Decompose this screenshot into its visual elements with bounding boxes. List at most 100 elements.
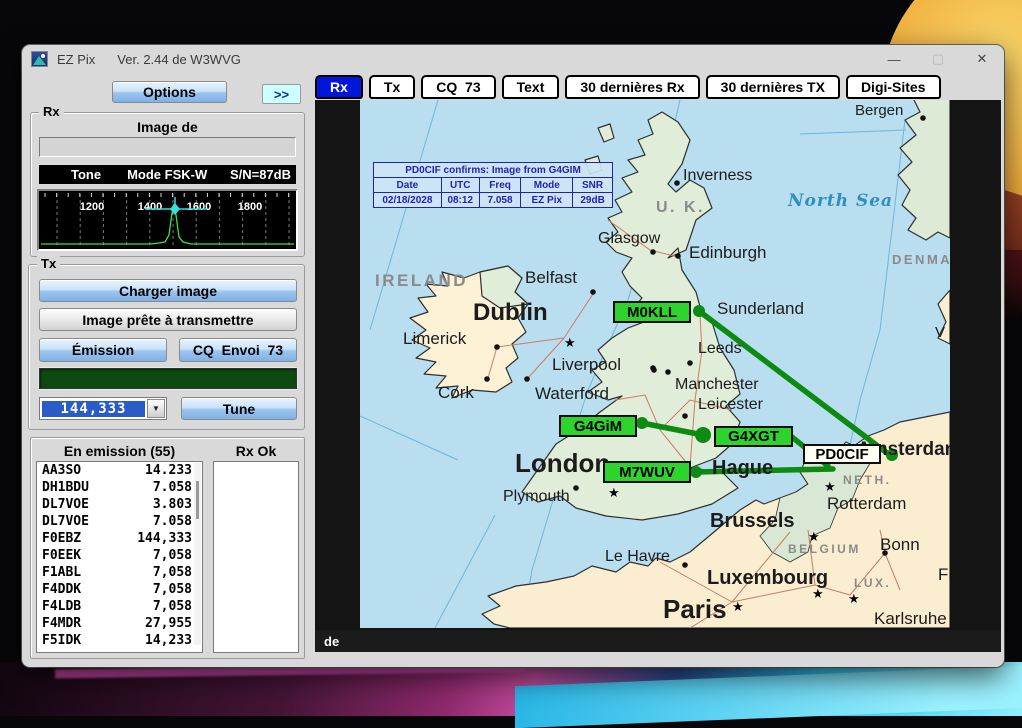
tab-tx[interactable]: Tx — [369, 75, 415, 99]
close-icon[interactable]: ✕ — [960, 45, 1004, 73]
station-row[interactable]: DH1BDU7.058 — [37, 479, 202, 496]
map-label-london: London — [515, 450, 610, 476]
confirm-table-title: PD0CIF confirms: Image from G4GIM — [374, 163, 613, 178]
tab-text[interactable]: Text — [502, 75, 560, 99]
station-frequency: 14,233 — [145, 632, 192, 649]
map-label-v: V — [935, 325, 945, 340]
station-row[interactable]: DL7VOE7.058 — [37, 513, 202, 530]
expand-button[interactable]: >> — [262, 84, 301, 104]
window-title: EZ PixVer. 2.44 de W3WVG — [57, 52, 241, 67]
frequency-combo[interactable]: 144,333 ▼ — [39, 397, 167, 420]
map-label-ireland: IRELAND — [375, 272, 468, 289]
minimize-icon[interactable]: — — [872, 45, 916, 73]
station-row[interactable]: DL7VOE 3.803 — [37, 496, 202, 513]
en-emission-list[interactable]: AA3SO14.233DH1BDU7.058DL7VOE 3.803DL7VOE7… — [36, 461, 203, 653]
station-row[interactable]: F5IDK 14,233 — [37, 632, 202, 649]
station-callsign: F4LDB — [42, 598, 81, 615]
capital-star-icon: ★ — [824, 480, 836, 493]
station-callsign: AA3SO — [42, 462, 81, 479]
chevron-down-icon[interactable]: ▼ — [147, 399, 165, 418]
scrollbar-thumb[interactable] — [196, 481, 199, 519]
en-emission-header: En emission (55) — [36, 443, 203, 459]
station-callsign: F5IDK — [42, 632, 81, 649]
capital-star-icon: ★ — [732, 600, 744, 613]
station-frequency: 7,058 — [153, 547, 192, 564]
ezpix-window: EZ PixVer. 2.44 de W3WVG — ▢ ✕ Options >… — [22, 45, 1004, 667]
tab-cq-73[interactable]: CQ 73 — [421, 75, 495, 99]
title-bar[interactable]: EZ PixVer. 2.44 de W3WVG — ▢ ✕ — [22, 45, 1004, 73]
map-label-uk: U. K. — [656, 200, 705, 216]
map-label-rotterdam: Rotterdam — [827, 495, 906, 512]
confirm-cell: 7.058 — [479, 193, 521, 208]
station-row[interactable]: F0EBZ 144,333 — [37, 530, 202, 547]
station-row[interactable]: F0EEK7,058 — [37, 547, 202, 564]
tune-button[interactable]: Tune — [181, 397, 297, 420]
station-frequency: 7,058 — [153, 581, 192, 598]
tab-30-dernières-rx[interactable]: 30 dernières Rx — [565, 75, 699, 99]
options-button[interactable]: Options — [112, 81, 227, 103]
map-label-neth: NETH. — [843, 474, 892, 486]
confirm-cell: 02/18/2028 — [374, 193, 442, 208]
rx-ok-list[interactable] — [213, 461, 299, 653]
scrollbar[interactable] — [194, 463, 201, 645]
station-frequency: 7,058 — [153, 564, 192, 581]
station-row[interactable]: F1ABL 7,058 — [37, 564, 202, 581]
image-ready-button[interactable]: Image prête à transmettre — [39, 308, 297, 331]
load-image-button[interactable]: Charger image — [39, 279, 297, 302]
map-label-limerick: Limerick — [403, 330, 466, 347]
rx-group: Rx Image de Tone Mode FSK-W S/N=87dB 120… — [30, 112, 305, 257]
map-label-bonn: Bonn — [880, 536, 920, 553]
confirm-col-header: Freq — [479, 178, 521, 193]
callsign-label-m0kll: M0KLL — [613, 301, 691, 323]
station-frequency: 3.803 — [153, 496, 192, 513]
station-row[interactable]: F4LDB7,058 — [37, 598, 202, 615]
image-de-label: Image de — [31, 119, 304, 135]
map-panel: BergenInvernessU. K.North SeaDENMARKVGla… — [315, 100, 1001, 630]
callsign-label-m7wuv: M7WUV — [603, 461, 691, 483]
image-icon — [31, 51, 48, 67]
station-row[interactable]: F4MDR 27,955 — [37, 615, 202, 632]
capital-star-icon: ★ — [564, 336, 576, 349]
map-label-waterford: Waterford — [535, 385, 609, 402]
spectrum-display[interactable]: 1200140016001800 — [37, 189, 298, 251]
station-frequency: 7.058 — [153, 479, 192, 496]
station-callsign: F4MDR — [42, 615, 81, 632]
station-row[interactable]: AA3SO14.233 — [37, 462, 202, 479]
confirm-cell: 08:12 — [441, 193, 479, 208]
image-de-field[interactable] — [39, 137, 296, 157]
station-callsign: F1ABL — [42, 564, 81, 581]
map-label-belgium: BELGIUM — [788, 543, 861, 555]
map-label-cork: Cork — [438, 384, 474, 401]
emission-button[interactable]: Émission — [39, 338, 167, 362]
tx-progress-bar — [39, 368, 297, 389]
station-row[interactable]: F4DDK 7,058 — [37, 581, 202, 598]
map-label-fr: Fr — [938, 566, 950, 583]
station-frequency: 144,333 — [137, 530, 192, 547]
tab-digi-sites[interactable]: Digi-Sites — [846, 75, 941, 99]
cq-envoi-73-button[interactable]: CQ Envoi 73 — [179, 338, 297, 362]
capital-star-icon: ★ — [608, 486, 620, 499]
map-label-manchester: Manchester — [675, 377, 759, 393]
callsign-label-g4xgt: G4XGT — [714, 426, 793, 447]
map-label-edinburgh: Edinburgh — [689, 244, 767, 261]
map-label-plymouth: Plymouth — [503, 489, 570, 505]
rx-group-legend: Rx — [39, 104, 64, 119]
tab-rx[interactable]: Rx — [315, 75, 363, 99]
map-label-luxembourg: Luxembourg — [707, 568, 828, 588]
callsign-label-pd0cif: PD0CIF — [803, 444, 881, 464]
tab-30-dernières-tx[interactable]: 30 dernières TX — [706, 75, 840, 99]
station-frequency: 27,955 — [145, 615, 192, 632]
confirm-cell: 29dB — [573, 193, 613, 208]
station-callsign: F4DDK — [42, 581, 81, 598]
maximize-icon: ▢ — [916, 45, 960, 73]
rx-ok-header: Rx Ok — [213, 443, 299, 459]
confirm-col-header: SNR — [573, 178, 613, 193]
station-callsign: DL7VOE — [42, 496, 89, 513]
callsign-label-g4gim: G4GiM — [559, 415, 637, 437]
map-label-paris: Paris — [663, 596, 727, 622]
station-frequency: 7.058 — [153, 513, 192, 530]
frequency-value[interactable]: 144,333 — [42, 401, 145, 417]
app-name: EZ Pix — [57, 52, 95, 67]
station-callsign: F0EBZ — [42, 530, 81, 547]
status-bar: de — [315, 630, 1001, 652]
